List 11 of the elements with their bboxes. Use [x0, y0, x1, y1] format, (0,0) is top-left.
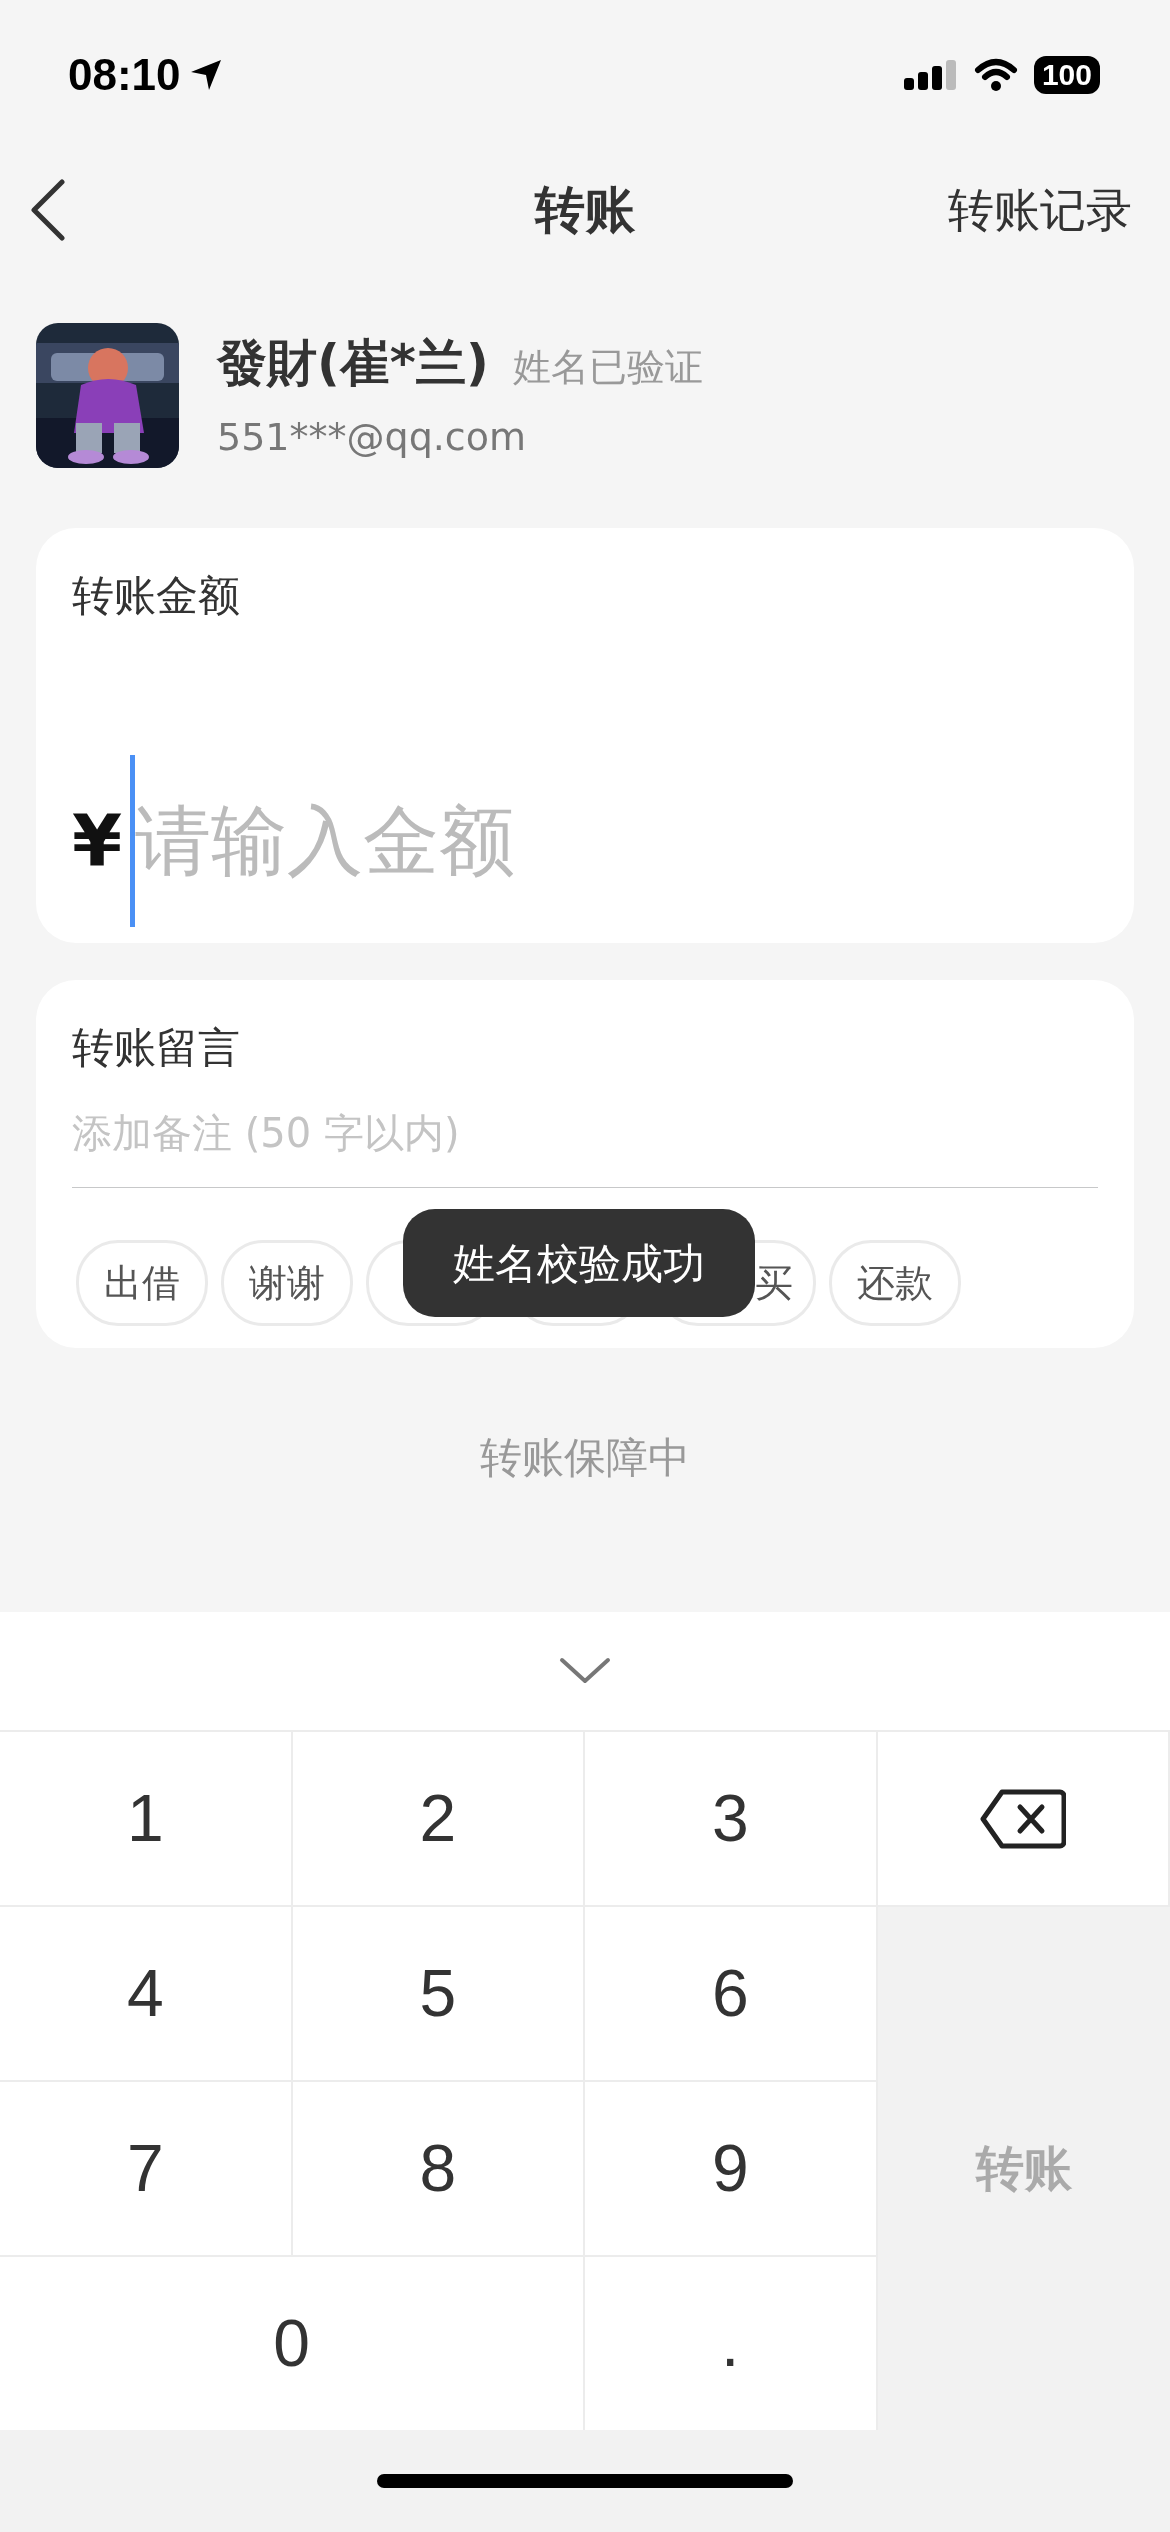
note-label: 转账留言 — [72, 1022, 241, 1074]
payee-name: 發財(崔*兰) — [217, 332, 489, 394]
payee-account: 551***@qq.com — [217, 413, 527, 461]
verified-label: 姓名已验证 — [512, 343, 703, 391]
status-time: 08:10 — [68, 49, 181, 101]
currency-symbol: ¥ — [72, 798, 123, 885]
amount-label: 转账金额 — [72, 570, 241, 622]
name-check-toast: 姓名校验成功 — [403, 1209, 755, 1317]
battery-level: 100 — [1033, 56, 1100, 94]
page-title: 转账 — [535, 179, 635, 241]
guarantee-text: 转账保障中 — [479, 1432, 691, 1484]
